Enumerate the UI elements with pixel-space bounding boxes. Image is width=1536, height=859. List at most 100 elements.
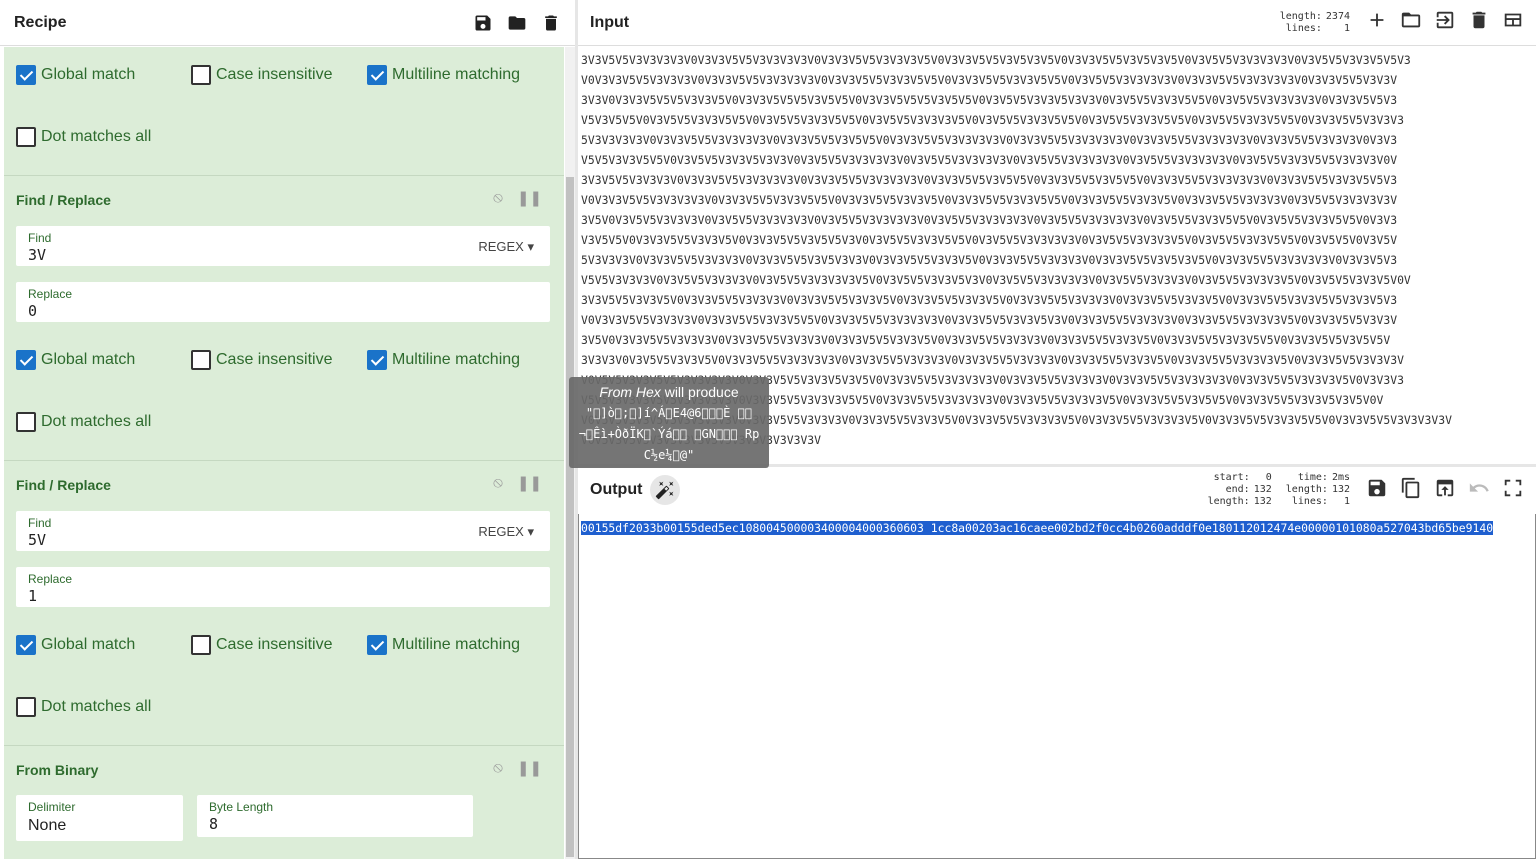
- dot-all-checkbox[interactable]: Dot matches all: [16, 127, 151, 147]
- replace-input-icon[interactable]: [1434, 477, 1456, 504]
- disable-icon[interactable]: ⦸: [493, 189, 503, 207]
- output-text-selected[interactable]: 00155df2033b00155ded5ec10800450000340000…: [581, 519, 1531, 538]
- disable-icon[interactable]: ⦸: [493, 759, 503, 777]
- checkbox-label: Multiline matching: [392, 66, 521, 83]
- multiline-checkbox[interactable]: Multiline matching: [367, 350, 520, 370]
- output-textarea[interactable]: 00155df2033b00155ded5ec10800450000340000…: [578, 514, 1536, 859]
- output-pane: Output start: 0 time: 2ms end: 132 length: 1…: [578, 467, 1536, 859]
- regex-label: REGEX: [478, 239, 524, 254]
- byte-length-value[interactable]: 8: [209, 815, 218, 833]
- regex-dropdown[interactable]: REGEX ▾: [478, 239, 534, 255]
- checkbox-unchecked[interactable]: [191, 350, 211, 370]
- checkbox-unchecked[interactable]: [16, 127, 36, 147]
- checkbox-checked[interactable]: [16, 65, 36, 85]
- checkbox-label: Case insensitive: [216, 351, 333, 368]
- regex-label: REGEX: [478, 524, 524, 539]
- regex-dropdown[interactable]: REGEX ▾: [478, 524, 534, 540]
- replace-value[interactable]: 0: [28, 302, 37, 320]
- undo-icon[interactable]: [1468, 477, 1490, 504]
- stat-label: start:: [1213, 472, 1250, 483]
- pause-icon[interactable]: ❚❚: [517, 474, 542, 492]
- multiline-checkbox[interactable]: Multiline matching: [367, 65, 520, 85]
- stat-label: end:: [1225, 484, 1250, 495]
- recipe-title: Recipe: [14, 13, 67, 31]
- dot-all-checkbox[interactable]: Dot matches all: [16, 412, 151, 432]
- checkbox-unchecked[interactable]: [191, 65, 211, 85]
- checkbox-label: Dot matches all: [41, 128, 152, 145]
- input-line: V3V5V5V0V3V3V5V5V3V3V5V0V3V3V5V5V3V5V5V3…: [581, 233, 1398, 247]
- add-tab-icon[interactable]: [1366, 9, 1388, 36]
- divider: [4, 175, 564, 176]
- global-match-checkbox[interactable]: Global match: [16, 635, 135, 655]
- magic-wand-icon: [656, 481, 674, 500]
- caret-down-icon: ▾: [527, 524, 534, 539]
- disable-icon[interactable]: ⦸: [493, 474, 503, 492]
- replace-value[interactable]: 1: [28, 587, 37, 605]
- output-time-value: 2ms: [1331, 472, 1350, 483]
- global-match-checkbox[interactable]: Global match: [16, 65, 135, 85]
- dot-all-checkbox[interactable]: Dot matches all: [16, 697, 151, 717]
- maximize-icon[interactable]: [1502, 477, 1524, 504]
- checkbox-unchecked[interactable]: [191, 635, 211, 655]
- byte-length-field[interactable]: Byte Length 8: [197, 795, 473, 837]
- pause-icon[interactable]: ❚❚: [517, 189, 542, 207]
- trash-icon[interactable]: [541, 13, 561, 33]
- case-insensitive-checkbox[interactable]: Case insensitive: [191, 635, 333, 655]
- checkbox-checked[interactable]: [16, 350, 36, 370]
- checkbox-checked[interactable]: [367, 350, 387, 370]
- divider: [4, 745, 564, 746]
- recipe-header: Recipe: [0, 0, 575, 46]
- global-match-checkbox[interactable]: Global match: [16, 350, 135, 370]
- folder-icon[interactable]: [507, 13, 527, 33]
- checkbox-checked[interactable]: [16, 635, 36, 655]
- save-output-icon[interactable]: [1366, 477, 1388, 504]
- checkbox-label: Multiline matching: [392, 636, 521, 653]
- tooltip-preview: " ]ò ; ]í^Á E4@6   È    ¬ Êì+ÒðÏK `Ýá   …: [578, 406, 760, 462]
- input-header: Input length: 2374 lines: 1: [578, 0, 1536, 46]
- input-line: 3V3V5V5V3V3V3V0V3V3V5V5V3V3V3V3V0V3V3V5V…: [581, 173, 1398, 187]
- delimiter-label: Delimiter: [28, 800, 76, 814]
- find-field[interactable]: Find 3V REGEX ▾: [16, 226, 550, 266]
- input-stats: length: 2374 lines: 1: [1278, 11, 1352, 35]
- case-insensitive-checkbox[interactable]: Case insensitive: [191, 350, 333, 370]
- input-line: 5V3V3V3V0V3V3V5V5V3V3V3V0V3V3V5V5V3V5V3V…: [581, 253, 1398, 267]
- clear-input-icon[interactable]: [1468, 9, 1490, 36]
- multiline-checkbox[interactable]: Multiline matching: [367, 635, 520, 655]
- checkbox-checked[interactable]: [367, 65, 387, 85]
- stat-label: length:: [1285, 484, 1328, 495]
- find-field[interactable]: Find 5V REGEX ▾: [16, 511, 550, 551]
- stat-label: time:: [1297, 472, 1328, 483]
- open-file-icon[interactable]: [1434, 9, 1456, 36]
- find-value[interactable]: 5V: [28, 531, 46, 549]
- magic-tooltip: From Hex will produce " ]ò ; ]í^Á E4@6  …: [569, 377, 769, 468]
- input-title: Input: [590, 13, 630, 31]
- divider: [4, 460, 564, 461]
- scrollbar-thumb[interactable]: [566, 177, 574, 857]
- layout-icon[interactable]: [1502, 9, 1524, 36]
- input-length-value: 2374: [1325, 10, 1350, 22]
- pause-icon[interactable]: ❚❚: [517, 759, 542, 777]
- op-title-find-replace[interactable]: Find / Replace: [16, 192, 111, 208]
- op-title-from-binary[interactable]: From Binary: [16, 762, 98, 778]
- op-title-find-replace[interactable]: Find / Replace: [16, 477, 111, 493]
- magic-wand-button[interactable]: [650, 475, 681, 505]
- save-icon[interactable]: [473, 13, 493, 33]
- checkbox-label: Case insensitive: [216, 66, 333, 83]
- case-insensitive-checkbox[interactable]: Case insensitive: [191, 65, 333, 85]
- replace-field[interactable]: Replace 0: [16, 282, 550, 322]
- find-value[interactable]: 3V: [28, 246, 46, 264]
- input-line: V5V5V3V3V5V5V0V3V5V5V3V3V5V3V3V0V3V5V5V3…: [581, 153, 1398, 167]
- stat-label: length:: [1279, 10, 1322, 22]
- byte-length-label: Byte Length: [209, 800, 274, 814]
- input-line: V5V5V3V3V3V0V3V5V5V3V3V3V0V3V5V5V3V3V3V3…: [581, 273, 1411, 287]
- replace-field[interactable]: Replace 1: [16, 567, 550, 607]
- checkbox-checked[interactable]: [367, 635, 387, 655]
- open-folder-icon[interactable]: [1400, 9, 1422, 36]
- delimiter-dropdown[interactable]: Delimiter None: [16, 795, 183, 841]
- checkbox-unchecked[interactable]: [16, 412, 36, 432]
- stat-label: length:: [1207, 496, 1250, 507]
- copy-icon[interactable]: [1400, 477, 1422, 504]
- input-line: V0V3V3V5V5V3V3V3V3V0V3V3V5V5V3V3V5V5V0V3…: [581, 193, 1398, 207]
- checkbox-unchecked[interactable]: [16, 697, 36, 717]
- output-selection-length-value: 132: [1253, 496, 1272, 507]
